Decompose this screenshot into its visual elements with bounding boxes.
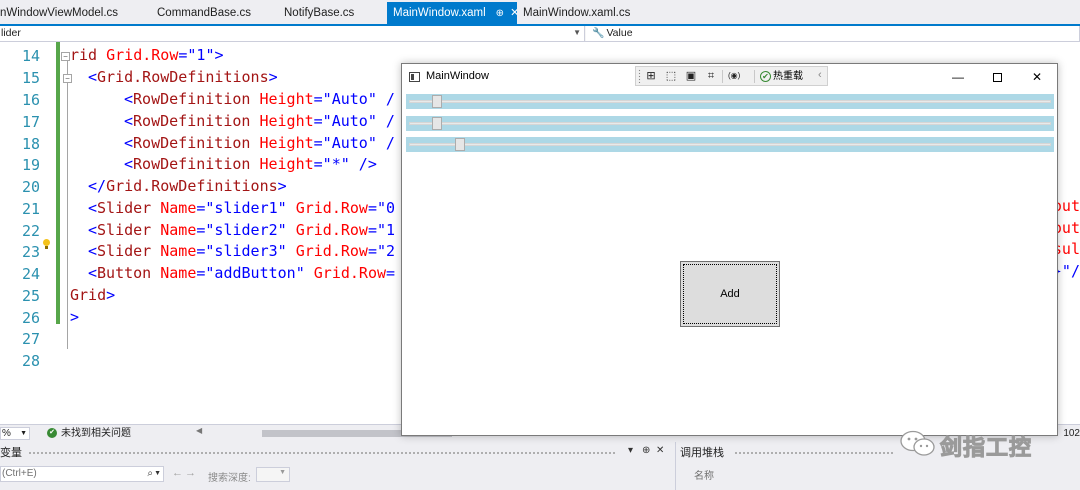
- line-number: 21: [21, 200, 40, 218]
- code-line-25: Grid>: [70, 286, 116, 304]
- code-line-19: <RowDefinition Height="*" />: [124, 155, 377, 173]
- check-circle-icon: ✔: [760, 70, 771, 82]
- slider-thumb[interactable]: [432, 117, 443, 130]
- maximize-icon: [992, 73, 1002, 83]
- code-line-24: <Button Name="addButton" Grid.Row=: [88, 264, 396, 282]
- collapse-toolbar-icon[interactable]: ‹: [818, 69, 822, 81]
- slider-track: [409, 143, 1051, 146]
- display-adorners-icon[interactable]: ▣: [685, 70, 697, 82]
- slider-track: [409, 100, 1051, 103]
- line-number: 27: [21, 330, 40, 348]
- line-number: 17: [21, 113, 40, 131]
- document-tab-bar: nWindowViewModel.cs CommandBase.cs Notif…: [0, 0, 1080, 26]
- line-number: 22: [21, 222, 40, 240]
- pin-icon[interactable]: ⊕: [642, 445, 650, 456]
- wpf-main-window: MainWindow ⊞ ⬚ ▣ ⌗ (◉) ✔ 热重载 ‹ — ✕ Add: [401, 63, 1058, 436]
- search-nav-arrows[interactable]: ←→: [172, 467, 198, 479]
- window-title-bar[interactable]: MainWindow ⊞ ⬚ ▣ ⌗ (◉) ✔ 热重载 ‹ — ✕: [402, 64, 1057, 90]
- code-line-15: <Grid.RowDefinitions>: [88, 68, 278, 86]
- line-number: 18: [21, 135, 40, 153]
- zoom-readout: 102: [1063, 428, 1080, 439]
- toolbar-grip[interactable]: [638, 69, 641, 83]
- line-number: 28: [21, 352, 40, 370]
- tab-mainwindow-xaml-cs[interactable]: MainWindow.xaml.cs: [523, 2, 630, 26]
- panel-grip: [734, 451, 894, 455]
- code-line-14: rid Grid.Row="1">: [70, 46, 224, 64]
- code-line-23: <Slider Name="slider3" Grid.Row="2: [88, 242, 396, 260]
- xaml-debug-toolbar: ⊞ ⬚ ▣ ⌗ (◉) ✔ 热重载 ‹: [635, 66, 828, 86]
- wrench-icon: 🔧: [592, 28, 605, 39]
- toolbar-separator: [722, 70, 723, 83]
- live-visual-tree-icon[interactable]: ⊞: [645, 70, 657, 82]
- change-tracking-bar: [56, 42, 60, 324]
- code-line-20: </Grid.RowDefinitions>: [88, 177, 287, 195]
- code-line-22: <Slider Name="slider2" Grid.Row="1: [88, 221, 396, 239]
- tab-notifybase[interactable]: NotifyBase.cs: [284, 2, 354, 26]
- line-number: 23: [21, 243, 40, 261]
- code-line-18: <RowDefinition Height="Auto" /: [124, 134, 395, 152]
- add-button[interactable]: Add: [680, 261, 780, 327]
- wechat-logo-icon: [900, 430, 935, 456]
- property-dropdown[interactable]: 🔧 Value: [586, 26, 1080, 41]
- fold-collapse-icon[interactable]: −: [61, 52, 70, 61]
- panel-menu-icon[interactable]: ▾: [628, 445, 633, 456]
- slider-thumb[interactable]: [455, 138, 466, 151]
- line-number: 19: [21, 156, 40, 174]
- tab-commandbase[interactable]: CommandBase.cs: [157, 2, 251, 26]
- toolbar-separator: [754, 70, 755, 83]
- close-tab-icon[interactable]: ✕: [510, 2, 517, 24]
- search-input[interactable]: (Ctrl+E) ⌕ ▼: [0, 466, 164, 482]
- tab-mainwindowviewmodel[interactable]: nWindowViewModel.cs: [0, 2, 118, 26]
- select-element-icon[interactable]: ⬚: [665, 70, 677, 82]
- code-line-16: <RowDefinition Height="Auto" /: [124, 90, 395, 108]
- issues-indicator[interactable]: ✔ 未找到相关问题: [47, 427, 131, 441]
- slider-thumb[interactable]: [432, 95, 443, 108]
- navigation-bar: lider ▼ 🔧 Value: [0, 26, 1080, 42]
- search-depth-label: 搜索深度:: [208, 473, 251, 484]
- watermark: 剑指工控: [900, 424, 1050, 464]
- code-line-17: <RowDefinition Height="Auto" /: [124, 112, 395, 130]
- fold-collapse-icon[interactable]: −: [63, 74, 72, 83]
- outline-guide: [67, 54, 68, 349]
- line-number: 16: [21, 91, 40, 109]
- tab-mainwindow-xaml[interactable]: MainWindow.xaml ⊕ ✕: [387, 2, 517, 26]
- lightbulb-icon[interactable]: [42, 239, 51, 250]
- app-window-icon: [409, 72, 420, 82]
- line-number: 14: [21, 47, 40, 65]
- code-line-26: >: [70, 308, 80, 326]
- chevron-down-icon: ▼: [279, 469, 286, 476]
- chevron-down-icon: ▼: [573, 28, 581, 37]
- close-icon[interactable]: ✕: [656, 445, 664, 456]
- line-number: 20: [21, 178, 40, 196]
- slider-track: [409, 122, 1051, 125]
- search-icon[interactable]: ⌕: [147, 467, 153, 481]
- column-header-name[interactable]: 名称: [694, 467, 714, 482]
- minimize-button[interactable]: —: [943, 68, 973, 86]
- slider3[interactable]: [406, 137, 1054, 152]
- panel-grip: [28, 451, 616, 455]
- code-line-21: <Slider Name="slider1" Grid.Row="0: [88, 199, 396, 217]
- watermark-text: 剑指工控: [939, 436, 1033, 462]
- close-window-button[interactable]: ✕: [1022, 68, 1052, 86]
- variables-panel: 变量 ▾ ⊕ ✕ (Ctrl+E) ⌕ ▼ ←→ 搜索深度: ▼: [0, 442, 668, 490]
- chevron-down-icon[interactable]: ▼: [154, 467, 161, 481]
- window-title: MainWindow: [426, 70, 489, 82]
- element-dropdown[interactable]: lider ▼: [0, 26, 585, 41]
- line-number: 25: [21, 287, 40, 305]
- line-number: 24: [21, 265, 40, 283]
- slider1[interactable]: [406, 94, 1054, 109]
- track-focus-icon[interactable]: ⌗: [705, 70, 717, 82]
- binding-failures-icon[interactable]: (◉): [728, 70, 740, 82]
- slider2[interactable]: [406, 116, 1054, 131]
- chevron-down-icon: ▼: [20, 430, 27, 437]
- pin-icon[interactable]: ⊕: [496, 3, 504, 25]
- zoom-dropdown[interactable]: % ▼: [0, 427, 30, 440]
- search-depth-dropdown[interactable]: ▼: [256, 467, 290, 482]
- line-number: 15: [21, 69, 40, 87]
- check-icon: ✔: [47, 428, 57, 439]
- hot-reload-status[interactable]: ✔ 热重载: [760, 69, 803, 84]
- maximize-button[interactable]: [982, 68, 1012, 86]
- line-number: 26: [21, 309, 40, 327]
- scroll-left-icon[interactable]: ◀: [196, 426, 202, 435]
